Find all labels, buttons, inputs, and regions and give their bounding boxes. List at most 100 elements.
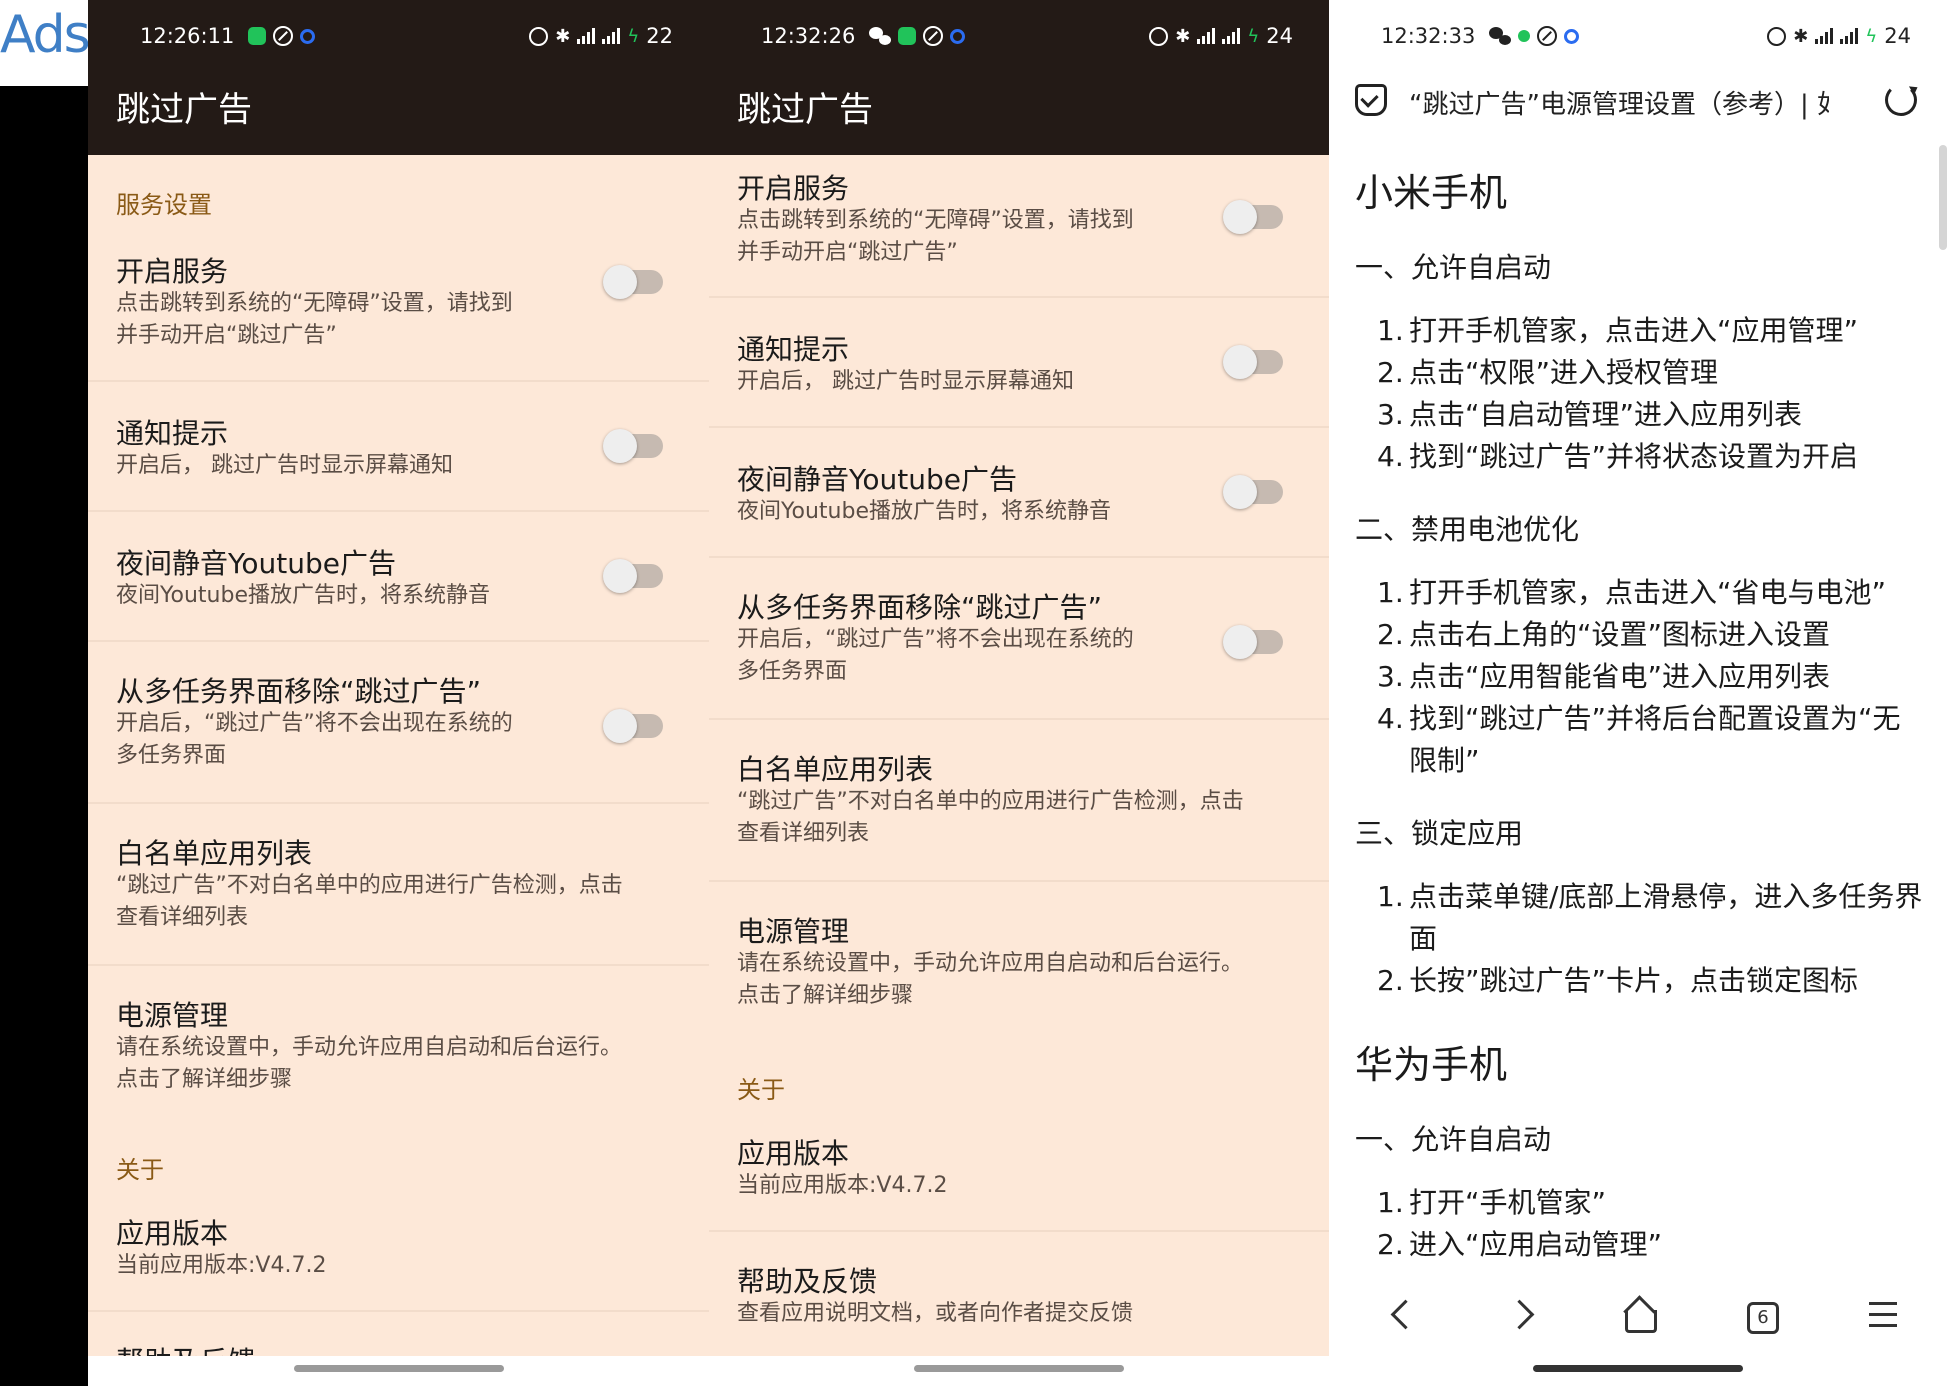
notification-toggle[interactable] — [603, 429, 663, 463]
status-time: 12:32:26 — [761, 24, 856, 48]
reload-icon[interactable] — [1885, 84, 1917, 116]
phone-screen-2: 12:32:26 ✱ ϟ 24 跳过广告 开启服务 点击跳转到系统的“无障碍”设… — [709, 0, 1329, 1386]
setting-subtitle: 开启后， 跳过广告时显示屏幕通知 — [737, 369, 1074, 394]
section-about-title: 关于 — [116, 1156, 164, 1184]
status-bar: 12:32:33 ✱ ϟ 24 — [1329, 0, 1947, 72]
setting-subtitle: 查看应用说明文档，或者向作者提交反馈 — [737, 1301, 1134, 1326]
phone-screen-1: 12:26:11 ✱ ϟ 22 跳过广告 服务设置 开启服务 点击跳转到系统的“… — [88, 0, 709, 1386]
page-title[interactable]: “跳过广告”电源管理设置（参考）| 如 — [1409, 84, 1829, 121]
list-item: 4. 找到“跳过广告”并将状态设置为开启 — [1377, 440, 1859, 473]
setting-hide-recents[interactable]: 从多任务界面移除“跳过广告” 开启后，“跳过广告”将不会出现在系统的 多任务界面 — [709, 558, 1329, 720]
hide-recents-toggle[interactable] — [1223, 625, 1283, 659]
setting-whitelist[interactable]: 白名单应用列表 “跳过广告”不对白名单中的应用进行广告检测，点击 查看详细列表 — [88, 804, 709, 966]
setting-power-management[interactable]: 电源管理 请在系统设置中，手动允许应用自启动和后台运行。 点击了解详细步骤 — [709, 882, 1329, 1032]
section-heading: 一、允许自启动 — [1355, 1123, 1552, 1156]
setting-app-version[interactable]: 应用版本 当前应用版本:V4.7.2 — [88, 1190, 709, 1312]
setting-subtitle: 当前应用版本:V4.7.2 — [737, 1173, 948, 1198]
signal-icon — [577, 28, 596, 44]
battery-level: 24 — [1884, 24, 1911, 48]
setting-subtitle: 请在系统设置中，手动允许应用自启动和后台运行。 点击了解详细步骤 — [116, 1035, 623, 1092]
home-icon[interactable] — [1619, 1296, 1659, 1336]
setting-title: 电源管理 — [116, 999, 229, 1032]
setting-mute-youtube[interactable]: 夜间静音Youtube广告 夜间Youtube播放广告时，将系统静音 — [88, 512, 709, 642]
mute-youtube-toggle[interactable] — [1223, 475, 1283, 509]
setting-enable-service[interactable]: 开启服务 点击跳转到系统的“无障碍”设置，请找到 并手动开启“跳过广告” — [709, 155, 1329, 298]
mute-youtube-toggle[interactable] — [603, 559, 663, 593]
setting-app-version[interactable]: 应用版本 当前应用版本:V4.7.2 — [709, 1110, 1329, 1232]
setting-hide-recents[interactable]: 从多任务界面移除“跳过广告” 开启后，“跳过广告”将不会出现在系统的 多任务界面 — [88, 642, 709, 804]
app-notification-icon — [1518, 30, 1531, 42]
gesture-bar[interactable] — [914, 1365, 1124, 1372]
list-item: 2. 点击“权限”进入授权管理 — [1377, 356, 1719, 389]
list-item: 3. 点击“自启动管理”进入应用列表 — [1377, 398, 1803, 431]
compass-icon — [1537, 26, 1558, 46]
scrollbar[interactable] — [1939, 145, 1947, 250]
setting-whitelist[interactable]: 白名单应用列表 “跳过广告”不对白名单中的应用进行广告检测，点击 查看详细列表 — [709, 720, 1329, 882]
section-about-title: 关于 — [737, 1076, 785, 1104]
setting-title: 从多任务界面移除“跳过广告” — [116, 675, 482, 708]
menu-icon[interactable] — [1869, 1302, 1909, 1342]
phone-screen-3-browser: 12:32:33 ✱ ϟ 24 “跳过广告”电源管理设置（参考）| 如 小米手机… — [1329, 0, 1947, 1386]
compass-icon — [273, 26, 294, 46]
section-heading: 三、锁定应用 — [1355, 817, 1524, 850]
setting-subtitle: 开启后，“跳过广告”将不会出现在系统的 多任务界面 — [116, 711, 513, 768]
notification-toggle[interactable] — [1223, 345, 1283, 379]
alarm-icon — [1767, 26, 1787, 46]
tabs-count-icon[interactable]: 6 — [1747, 1302, 1779, 1334]
setting-title: 开启服务 — [116, 255, 229, 288]
gesture-bar[interactable] — [293, 1365, 504, 1372]
setting-notification[interactable]: 通知提示 开启后， 跳过广告时显示屏幕通知 — [88, 382, 709, 512]
setting-subtitle: 请在系统设置中，手动允许应用自启动和后台运行。 点击了解详细步骤 — [737, 951, 1244, 1008]
list-item: 1. 打开“手机管家” — [1377, 1186, 1607, 1219]
setting-subtitle: 点击跳转到系统的“无障碍”设置，请找到 并手动开启“跳过广告” — [737, 208, 1134, 265]
setting-title: 通知提示 — [737, 333, 850, 366]
enable-service-toggle[interactable] — [603, 265, 663, 299]
list-item: 4. 找到“跳过广告”并将后台配置设置为“无限制” — [1377, 702, 1901, 777]
setting-subtitle: 开启后， 跳过广告时显示屏幕通知 — [116, 453, 453, 478]
forward-arrow-icon[interactable] — [1505, 1296, 1545, 1336]
app-bar: 12:26:11 ✱ ϟ 22 跳过广告 — [88, 0, 709, 155]
back-arrow-icon[interactable] — [1381, 1296, 1421, 1336]
bluetooth-icon: ✱ — [1175, 25, 1191, 47]
app-notification-icon — [248, 27, 267, 45]
setting-subtitle: “跳过广告”不对白名单中的应用进行广告检测，点击 查看详细列表 — [116, 873, 623, 930]
hide-recents-toggle[interactable] — [603, 709, 663, 743]
section-heading: 一、允许自启动 — [1355, 251, 1552, 284]
setting-subtitle: “跳过广告”不对白名单中的应用进行广告检测，点击 查看详细列表 — [737, 789, 1244, 846]
setting-title: 帮助及反馈 — [737, 1265, 878, 1298]
setting-title: 开启服务 — [737, 172, 850, 205]
setting-power-management[interactable]: 电源管理 请在系统设置中，手动允许应用自启动和后台运行。 点击了解详细步骤 — [88, 966, 709, 1116]
status-time: 12:26:11 — [140, 24, 235, 48]
setting-mute-youtube[interactable]: 夜间静音Youtube广告 夜间Youtube播放广告时，将系统静音 — [709, 428, 1329, 558]
signal-icon — [1197, 28, 1216, 44]
list-item: 1. 打开手机管家，点击进入“省电与电池” — [1377, 576, 1887, 609]
battery-level: 22 — [646, 24, 673, 48]
section-heading: 二、禁用电池优化 — [1355, 513, 1580, 546]
setting-subtitle: 开启后，“跳过广告”将不会出现在系统的 多任务界面 — [737, 627, 1134, 684]
status-bar: 12:26:11 ✱ ϟ 22 — [88, 0, 709, 72]
setting-title: 从多任务界面移除“跳过广告” — [737, 591, 1103, 624]
charging-icon: ϟ — [1865, 25, 1878, 47]
enable-service-toggle[interactable] — [1223, 200, 1283, 234]
browser-bottom-toolbar: 6 — [1329, 1278, 1947, 1358]
alarm-icon — [529, 26, 549, 46]
brand-heading-huawei: 华为手机 — [1355, 1043, 1508, 1087]
battery-level: 24 — [1266, 24, 1293, 48]
app-bar: 12:32:26 ✱ ϟ 24 跳过广告 — [709, 0, 1329, 155]
setting-subtitle: 点击跳转到系统的“无障碍”设置，请找到 并手动开启“跳过广告” — [116, 291, 513, 348]
bluetooth-icon: ✱ — [1793, 25, 1809, 47]
browser-address-bar[interactable]: “跳过广告”电源管理设置（参考）| 如 — [1329, 72, 1947, 128]
app-title: 跳过广告 — [737, 90, 873, 130]
gesture-bar[interactable] — [1533, 1365, 1743, 1372]
status-bar: 12:32:26 ✱ ϟ 24 — [709, 0, 1329, 72]
list-item: 3. 点击“应用智能省电”进入应用列表 — [1377, 660, 1831, 693]
location-icon — [1564, 28, 1580, 44]
setting-help-feedback[interactable]: 帮助及反馈 查看应用说明文档，或者向作者提交反馈 — [709, 1232, 1329, 1354]
signal-icon-2 — [1840, 28, 1859, 44]
ads-label: Ads- — [0, 0, 88, 86]
app-title: 跳过广告 — [116, 90, 252, 130]
security-shield-icon[interactable] — [1355, 84, 1387, 116]
setting-title: 应用版本 — [116, 1217, 229, 1250]
setting-enable-service[interactable]: 开启服务 点击跳转到系统的“无障碍”设置，请找到 并手动开启“跳过广告” — [88, 230, 709, 382]
setting-notification[interactable]: 通知提示 开启后， 跳过广告时显示屏幕通知 — [709, 298, 1329, 428]
